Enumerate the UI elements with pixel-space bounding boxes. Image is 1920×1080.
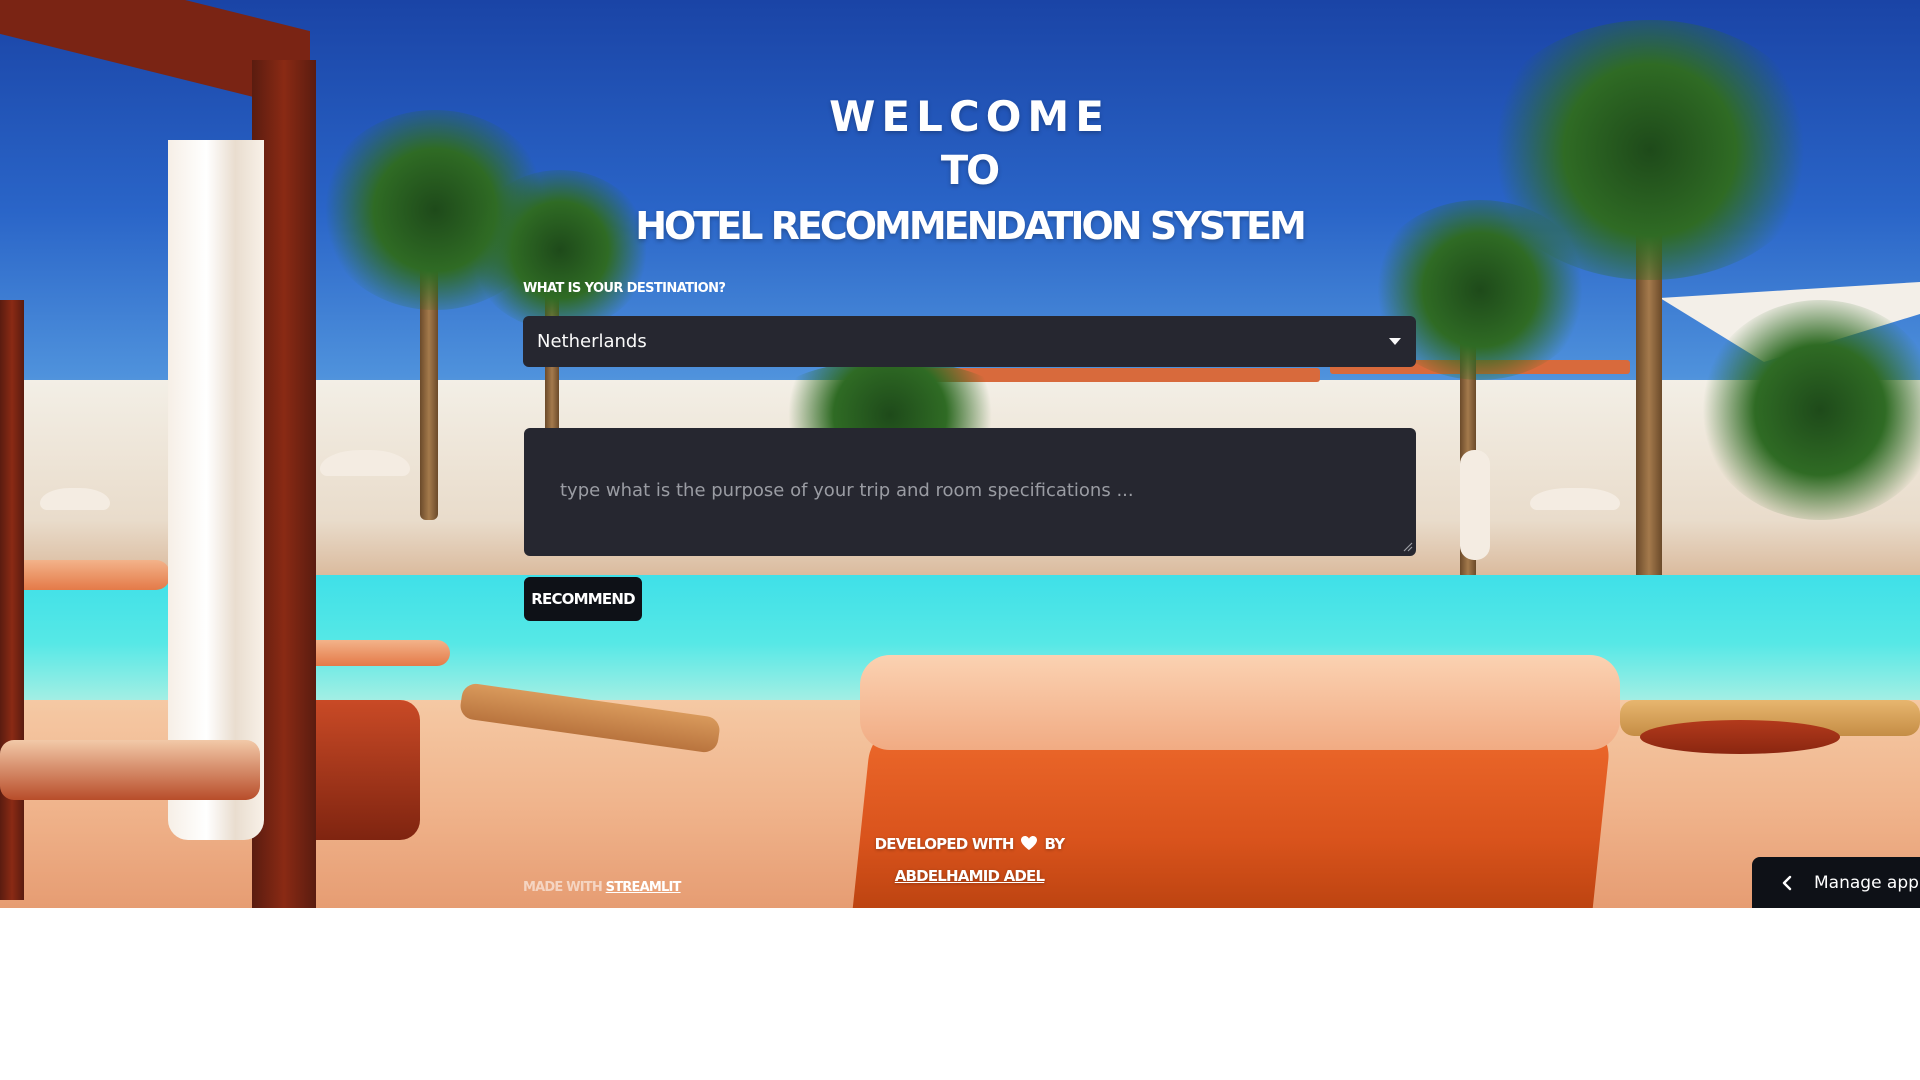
made-with-prefix: Made with xyxy=(523,880,603,895)
resize-handle-icon[interactable] xyxy=(1403,542,1413,552)
page-title: Welcome to Hotel Recommendation System xyxy=(523,92,1416,252)
made-with-footer: Made with Streamlit xyxy=(523,880,681,895)
title-line-system-name: Hotel Recommendation System xyxy=(635,204,1307,248)
title-line-welcome: Welcome xyxy=(829,92,1110,141)
manage-app-button[interactable]: Manage app xyxy=(1752,857,1920,908)
title-line-to: to xyxy=(940,148,1000,194)
chevron-left-icon xyxy=(1782,874,1796,892)
heart-icon xyxy=(1021,836,1038,850)
credit-suffix: by xyxy=(1044,835,1065,853)
credit-prefix: Developed with xyxy=(874,835,1015,853)
destination-selected-value: Netherlands xyxy=(537,331,647,352)
destination-label: What is your destination? xyxy=(523,281,726,296)
recommend-button[interactable]: Recommend xyxy=(524,577,642,621)
manage-app-label: Manage app xyxy=(1814,872,1919,893)
author-link[interactable]: Abdelhamid Adel xyxy=(895,864,1045,888)
caret-down-icon[interactable] xyxy=(1388,335,1402,349)
trip-purpose-textarea[interactable] xyxy=(524,428,1416,556)
streamlit-link[interactable]: Streamlit xyxy=(606,880,682,895)
app-view: Welcome to Hotel Recommendation System W… xyxy=(0,0,1920,908)
destination-select[interactable]: Netherlands xyxy=(523,316,1416,367)
